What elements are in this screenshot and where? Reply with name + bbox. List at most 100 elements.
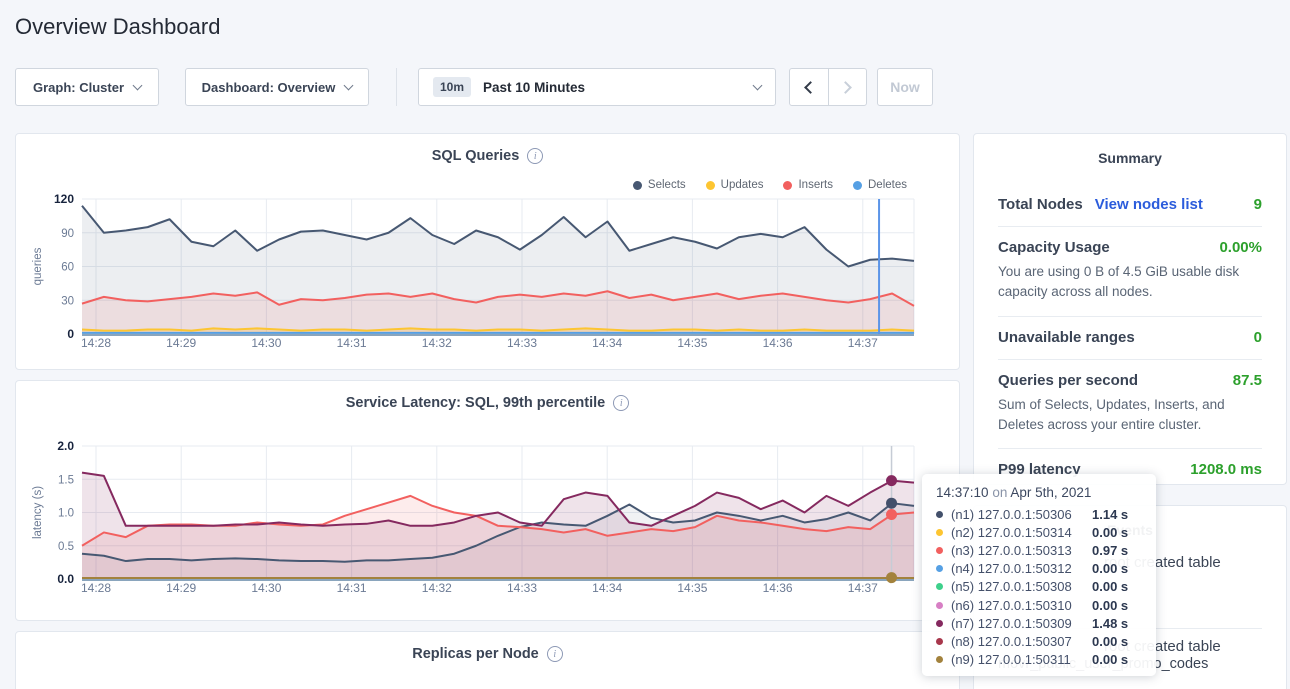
chart-title-replicas: Replicas per Node i bbox=[16, 632, 959, 662]
series-color-dot bbox=[936, 547, 943, 554]
svg-text:14:29: 14:29 bbox=[166, 581, 196, 595]
capacity-usage-description: You are using 0 B of 4.5 GiB usable disk… bbox=[998, 262, 1262, 303]
series-color-dot bbox=[936, 529, 943, 536]
svg-text:14:34: 14:34 bbox=[592, 336, 622, 350]
sql-queries-chart[interactable]: 0 30 60 90 120 14:28 14:29 14:30 14:31 14:32 14:33… bbox=[17, 186, 960, 361]
svg-text:14:34: 14:34 bbox=[592, 581, 622, 595]
svg-text:120: 120 bbox=[54, 192, 74, 206]
time-range-badge: 10m bbox=[433, 77, 471, 97]
summary-section-unavailable-ranges: Unavailable ranges 0 bbox=[998, 317, 1262, 360]
series-color-dot bbox=[936, 583, 943, 590]
chevron-left-icon bbox=[804, 81, 817, 94]
chart-hover-tooltip: 14:37:10 on Apr 5th, 2021 (n1) 127.0.0.1… bbox=[922, 474, 1156, 676]
svg-text:queries: queries bbox=[32, 247, 44, 285]
svg-text:1.0: 1.0 bbox=[58, 508, 74, 520]
summary-section-capacity: Capacity Usage 0.00% You are using 0 B o… bbox=[998, 227, 1262, 317]
view-nodes-list-link[interactable]: View nodes list bbox=[1095, 196, 1203, 213]
capacity-usage-label: Capacity Usage bbox=[998, 239, 1110, 256]
overview-dashboard-page: Overview Dashboard Graph: Cluster Dashbo… bbox=[0, 0, 1290, 689]
chart-title-service-latency: Service Latency: SQL, 99th percentile i bbox=[16, 381, 959, 411]
summary-section-total-nodes: Total Nodes View nodes list 9 bbox=[998, 166, 1262, 227]
svg-text:latency (s): latency (s) bbox=[32, 486, 44, 539]
svg-text:0.0: 0.0 bbox=[57, 572, 74, 586]
now-button[interactable]: Now bbox=[877, 68, 933, 106]
tooltip-node-row: (n9) 127.0.0.1:503110.00 s bbox=[936, 651, 1142, 669]
graph-scope-label: Graph: Cluster bbox=[33, 80, 124, 95]
page-title: Overview Dashboard bbox=[15, 14, 220, 40]
svg-text:14:28: 14:28 bbox=[81, 581, 111, 595]
svg-text:14:36: 14:36 bbox=[763, 336, 793, 350]
svg-text:14:30: 14:30 bbox=[251, 336, 281, 350]
chevron-down-icon bbox=[753, 80, 763, 90]
tooltip-node-row: (n8) 127.0.0.1:503070.00 s bbox=[936, 632, 1142, 650]
time-forward-button[interactable] bbox=[828, 69, 867, 105]
tooltip-node-row: (n4) 127.0.0.1:503120.00 s bbox=[936, 560, 1142, 578]
chevron-right-icon bbox=[839, 81, 852, 94]
series-color-dot bbox=[936, 656, 943, 663]
tooltip-node-row: (n3) 127.0.0.1:503130.97 s bbox=[936, 541, 1142, 559]
svg-text:0: 0 bbox=[67, 327, 74, 341]
svg-text:14:35: 14:35 bbox=[677, 336, 707, 350]
series-color-dot bbox=[936, 638, 943, 645]
p99-latency-value: 1208.0 ms bbox=[1190, 461, 1262, 478]
series-color-dot bbox=[936, 620, 943, 627]
chart-title-sql-queries: SQL Queries i bbox=[16, 134, 959, 164]
queries-per-second-label: Queries per second bbox=[998, 372, 1138, 389]
graph-scope-dropdown[interactable]: Graph: Cluster bbox=[15, 68, 159, 106]
total-nodes-value: 9 bbox=[1254, 196, 1262, 213]
sql-queries-chart-card: SQL Queries i SelectsUpdatesInsertsDelet… bbox=[15, 133, 960, 370]
tooltip-node-row: (n2) 127.0.0.1:503140.00 s bbox=[936, 523, 1142, 541]
time-range-label: Past 10 Minutes bbox=[483, 80, 742, 95]
svg-text:90: 90 bbox=[61, 228, 74, 240]
tooltip-node-row: (n6) 127.0.0.1:503100.00 s bbox=[936, 596, 1142, 614]
chevron-down-icon bbox=[344, 80, 354, 90]
time-back-button[interactable] bbox=[790, 69, 828, 105]
service-latency-chart[interactable]: 0.0 0.5 1.0 1.5 2.0 14:28 14:29 14:30 14:31 14:32… bbox=[17, 431, 960, 606]
svg-text:14:30: 14:30 bbox=[251, 581, 281, 595]
svg-text:14:35: 14:35 bbox=[677, 581, 707, 595]
queries-per-second-value: 87.5 bbox=[1233, 372, 1262, 389]
svg-text:30: 30 bbox=[61, 295, 74, 307]
unavailable-ranges-value: 0 bbox=[1254, 329, 1262, 346]
dashboard-label: Dashboard: Overview bbox=[202, 80, 336, 95]
svg-text:1.5: 1.5 bbox=[58, 474, 74, 486]
svg-text:0.5: 0.5 bbox=[58, 541, 74, 553]
svg-text:14:36: 14:36 bbox=[763, 581, 793, 595]
total-nodes-label: Total Nodes bbox=[998, 196, 1083, 213]
series-color-dot bbox=[936, 511, 943, 518]
info-icon[interactable]: i bbox=[613, 395, 629, 411]
svg-text:14:31: 14:31 bbox=[337, 336, 367, 350]
info-icon[interactable]: i bbox=[527, 148, 543, 164]
series-color-dot bbox=[936, 602, 943, 609]
summary-section-qps: Queries per second 87.5 Sum of Selects, … bbox=[998, 360, 1262, 450]
chevron-down-icon bbox=[133, 80, 143, 90]
unavailable-ranges-label: Unavailable ranges bbox=[998, 329, 1135, 346]
capacity-usage-value: 0.00% bbox=[1219, 239, 1262, 256]
series-color-dot bbox=[936, 565, 943, 572]
time-window-nav bbox=[789, 68, 867, 106]
svg-text:14:32: 14:32 bbox=[422, 336, 452, 350]
time-range-dropdown[interactable]: 10m Past 10 Minutes bbox=[418, 68, 776, 106]
replicas-per-node-chart-card: Replicas per Node i bbox=[15, 631, 960, 689]
tooltip-node-row: (n7) 127.0.0.1:503091.48 s bbox=[936, 614, 1142, 632]
tooltip-timestamp: 14:37:10 on Apr 5th, 2021 bbox=[936, 485, 1142, 500]
tooltip-node-row: (n5) 127.0.0.1:503080.00 s bbox=[936, 578, 1142, 596]
svg-text:14:33: 14:33 bbox=[507, 336, 537, 350]
dashboard-dropdown[interactable]: Dashboard: Overview bbox=[185, 68, 369, 106]
svg-text:14:32: 14:32 bbox=[422, 581, 452, 595]
tooltip-node-row: (n1) 127.0.0.1:503061.14 s bbox=[936, 505, 1142, 523]
svg-text:14:28: 14:28 bbox=[81, 336, 111, 350]
toolbar-divider bbox=[396, 68, 397, 106]
svg-text:14:37: 14:37 bbox=[848, 336, 878, 350]
svg-text:60: 60 bbox=[61, 262, 74, 274]
service-latency-chart-card: Service Latency: SQL, 99th percentile i … bbox=[15, 380, 960, 621]
svg-text:14:37: 14:37 bbox=[848, 581, 878, 595]
summary-panel: Summary Total Nodes View nodes list 9 Ca… bbox=[973, 133, 1287, 485]
svg-text:14:31: 14:31 bbox=[337, 581, 367, 595]
svg-text:14:29: 14:29 bbox=[166, 336, 196, 350]
summary-title: Summary bbox=[998, 134, 1262, 166]
svg-text:14:33: 14:33 bbox=[507, 581, 537, 595]
qps-description: Sum of Selects, Updates, Inserts, and De… bbox=[998, 395, 1262, 436]
info-icon[interactable]: i bbox=[547, 646, 563, 662]
svg-text:2.0: 2.0 bbox=[57, 439, 74, 453]
